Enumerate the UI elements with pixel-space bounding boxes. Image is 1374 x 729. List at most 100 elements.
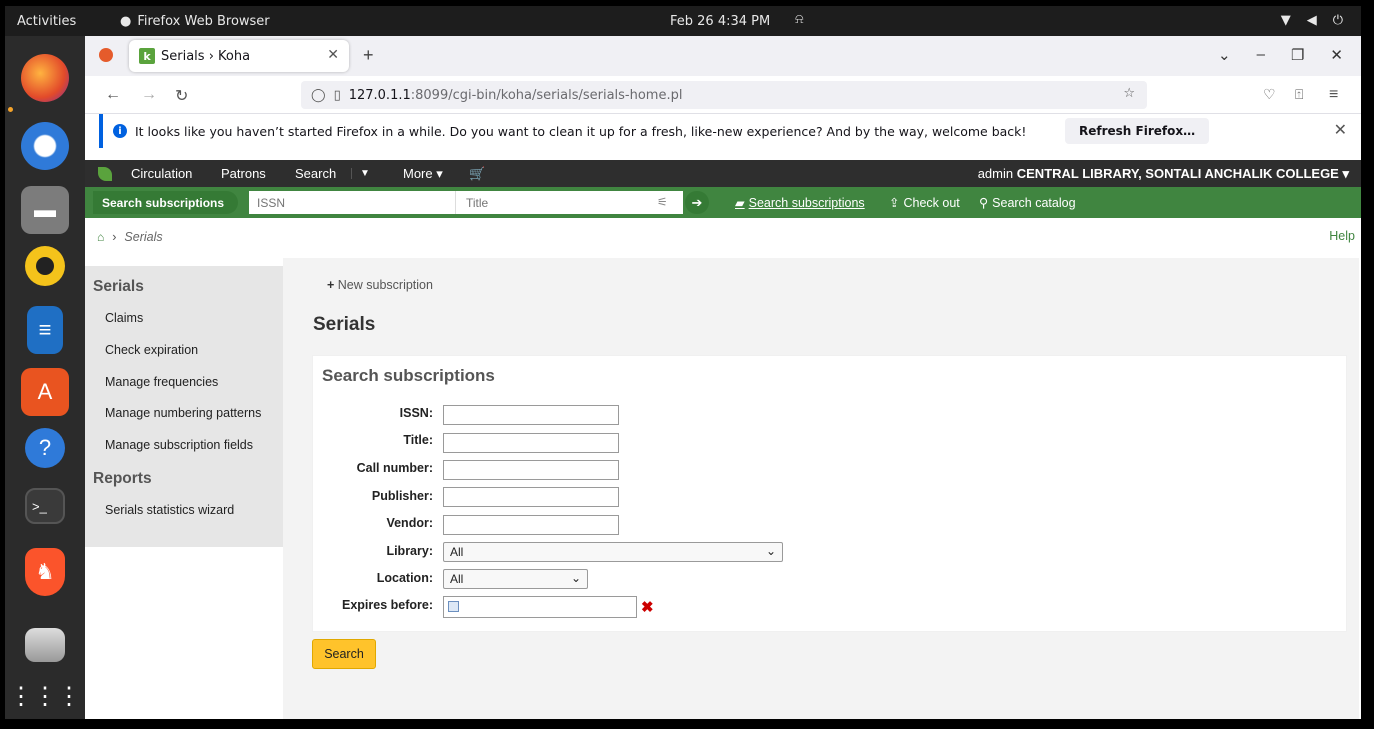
window-controls: ⌄ – ❐ ✕ [1218,46,1343,64]
bookmark-star-icon[interactable]: ☆ [1123,86,1135,101]
call-number-field[interactable] [443,460,619,480]
search-button[interactable]: Search [312,639,376,669]
nav-patrons[interactable]: Patrons [221,166,266,181]
link-check-out[interactable]: ⇪ Check out [889,195,960,211]
forward-icon[interactable]: → [141,86,157,104]
app-center-icon[interactable]: A [21,368,69,416]
sidebar-item-manage-subscription-fields[interactable]: Manage subscription fields [105,438,253,452]
new-tab-button[interactable]: + [363,45,374,66]
show-apps-icon[interactable]: ⋮⋮⋮ [9,672,81,719]
panel-title: Search subscriptions [322,366,495,385]
wifi-icon: ▼ [1280,13,1291,28]
help-icon[interactable]: ? [25,428,65,468]
calendar-icon[interactable] [448,601,459,612]
rhythmbox-icon[interactable] [25,246,65,286]
title-search-input[interactable] [455,191,683,214]
navigation-bar: ← → ↻ ◯ ▯ 127.0.1.1:8099/cgi-bin/koha/se… [85,76,1361,114]
tab-serials[interactable]: k Serials › Koha ✕ [129,40,349,72]
label-issn: ISSN: [399,406,433,420]
minimize-icon[interactable]: – [1257,46,1265,64]
sidebar-item-claims[interactable]: Claims [105,311,143,325]
cart-icon[interactable]: 🛒 [469,166,485,182]
upload-icon: ⇪ [889,196,900,210]
firefox-icon: ● [120,14,132,29]
url-path: :8099/cgi-bin/koha/serials/serials-home.… [410,87,683,103]
brave-icon[interactable]: ♞ [25,548,65,596]
koha-top-nav: Circulation Patrons Search ▼ More ▾ 🛒 ad… [85,160,1361,187]
koha-logo-icon[interactable] [98,167,112,181]
chevron-down-icon: ⌄ [570,571,581,585]
sidebar-heading-reports: Reports [93,470,152,487]
title-field[interactable] [443,433,619,453]
nav-search[interactable]: Search [295,166,336,181]
book-icon: ▰ [735,196,745,210]
page-info-icon[interactable]: ▯ [334,88,341,103]
drive-icon[interactable] [25,628,65,662]
chevron-right-icon: › [112,230,117,244]
url-bar[interactable]: ◯ ▯ 127.0.1.1:8099/cgi-bin/koha/serials/… [301,81,1147,109]
user-library-menu[interactable]: admin CENTRAL LIBRARY, SONTALI ANCHALIK … [978,166,1349,182]
issn-search-input[interactable] [249,191,455,214]
alarm-icon: ⍾ [795,12,804,27]
link-search-subscriptions[interactable]: ▰ Search subscriptions [735,195,865,211]
search-subscriptions-panel: Search subscriptions ISSN: Title: Call n… [313,356,1346,631]
tracking-protection-icon[interactable]: ◯ [311,88,326,103]
username: admin [977,166,1014,181]
submit-search-button[interactable]: ➔ [685,191,709,214]
notification-bar: i It looks like you haven’t started Fire… [99,114,1353,148]
search-icon: ⚲ [979,196,989,210]
sidebar-item-manage-frequencies[interactable]: Manage frequencies [105,375,218,389]
sidebar-item-check-expiration[interactable]: Check expiration [105,343,198,357]
close-notification-icon[interactable]: ✕ [1334,120,1347,139]
reload-icon[interactable]: ↻ [175,86,188,106]
advanced-options-icon[interactable]: ⚟ [657,195,668,209]
app-name: Firefox Web Browser [137,14,270,29]
maximize-icon[interactable]: ❐ [1291,46,1304,64]
expires-before-datepicker[interactable] [443,596,637,618]
sidebar-item-serials-statistics-wizard[interactable]: Serials statistics wizard [105,503,234,517]
close-window-icon[interactable]: ✕ [1330,46,1343,64]
clear-date-icon[interactable]: ✖ [641,598,654,616]
new-subscription-button[interactable]: + New subscription [327,278,433,292]
extensions-icon[interactable]: ⍐ [1295,86,1303,103]
nav-circulation[interactable]: Circulation [131,166,192,181]
notification-text: It looks like you haven’t started Firefo… [135,123,1027,139]
menu-icon[interactable]: ≡ [1329,86,1338,104]
close-tab-icon[interactable]: ✕ [327,47,339,63]
app-menu[interactable]: ● Firefox Web Browser [120,14,270,29]
link-search-catalog[interactable]: ⚲ Search catalog [979,195,1076,211]
terminal-icon[interactable]: >_ [25,488,65,524]
vendor-field[interactable] [443,515,619,535]
library-select[interactable]: All ⌄ [443,542,783,562]
location-select[interactable]: All ⌄ [443,569,588,589]
publisher-field[interactable] [443,487,619,507]
nav-more[interactable]: More ▾ [403,166,443,182]
thunderbird-icon[interactable] [21,122,69,170]
back-icon[interactable]: ← [105,86,121,104]
breadcrumb-current: Serials [124,230,163,244]
label-call-number: Call number: [356,461,433,475]
firefox-view-icon[interactable] [99,48,113,62]
activities-button[interactable]: Activities [17,14,76,29]
home-icon[interactable]: ⌂ [97,230,104,244]
writer-icon[interactable]: ≡ [27,306,63,354]
search-type-button[interactable]: Search subscriptions [93,191,239,214]
label-location: Location: [376,571,433,585]
pocket-icon[interactable]: ♡ [1263,86,1276,103]
system-tray[interactable]: ▼ ◀ ⏻ [1281,13,1343,28]
search-dropdown-icon[interactable]: ▼ [351,168,370,179]
clock[interactable]: Feb 26 4:34 PM [670,14,770,29]
help-link[interactable]: Help [1329,229,1355,243]
issn-field[interactable] [443,405,619,425]
label-vendor: Vendor: [386,516,433,530]
running-indicator [8,107,13,112]
label-library: Library: [386,544,433,558]
screen-frame: Activities ● Firefox Web Browser Feb 26 4… [0,0,1374,729]
list-tabs-icon[interactable]: ⌄ [1218,46,1231,64]
sidebar-item-manage-numbering-patterns[interactable]: Manage numbering patterns [105,406,261,420]
files-icon[interactable]: ▬ [21,186,69,234]
plus-icon: + [327,278,338,292]
refresh-firefox-button[interactable]: Refresh Firefox… [1065,118,1210,144]
label-expires-before: Expires before: [341,598,433,612]
firefox-icon[interactable] [21,54,69,102]
